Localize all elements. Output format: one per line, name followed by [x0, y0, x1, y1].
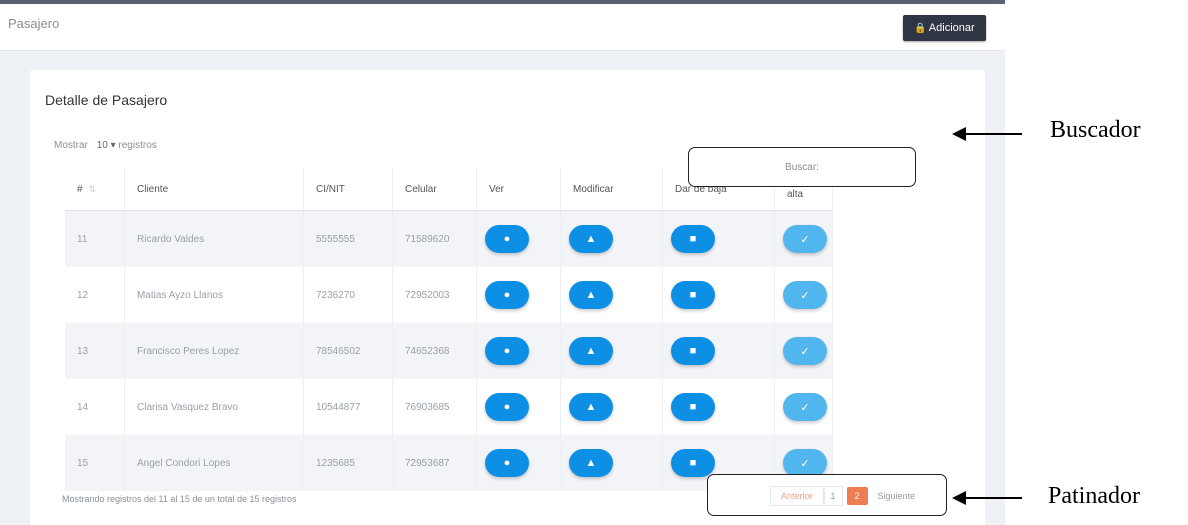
cell-celular: 72952003 — [392, 267, 477, 323]
activate-button[interactable]: ✓ — [783, 449, 827, 477]
activate-button[interactable]: ✓ — [783, 281, 827, 309]
show-suffix: registros — [118, 140, 157, 151]
eye-icon: ● — [503, 401, 511, 413]
trash-icon: ■ — [689, 233, 697, 245]
eye-icon: ● — [503, 457, 511, 469]
cell-celular: 71589620 — [392, 210, 477, 267]
cell-ci: 78546502 — [303, 323, 393, 379]
col-cliente[interactable]: Cliente — [124, 168, 304, 211]
table-row: 11 Ricardo Valdes 5555555 71589620 ● ▲ ■… — [65, 210, 833, 267]
table-info: Mostrando registros del 11 al 15 de un t… — [62, 494, 297, 504]
pagination: Anterior 1 2 Siguiente — [770, 485, 921, 507]
chevron-down-icon: ▾ — [110, 140, 116, 151]
passenger-table: # ⇅ Cliente CI/NIT Celular Ver Modificar … — [65, 168, 833, 491]
card-title: Detalle de Pasajero — [45, 92, 168, 108]
next-page-button[interactable]: Siguiente — [872, 487, 922, 505]
cell-id: 13 — [65, 323, 125, 379]
trash-icon: ■ — [689, 401, 697, 413]
check-icon: ✓ — [800, 457, 810, 470]
add-button[interactable]: 🔒 Adicionar — [903, 15, 986, 41]
cell-id: 15 — [65, 435, 125, 491]
col-ver[interactable]: Ver — [476, 168, 561, 211]
edit-button[interactable]: ▲ — [569, 337, 613, 365]
page-length-value: 10 — [96, 140, 108, 151]
cell-celular: 72953687 — [392, 435, 477, 491]
left-arrow-icon — [952, 491, 1022, 505]
pencil-icon: ▲ — [585, 401, 597, 413]
cell-id: 11 — [65, 210, 125, 267]
cell-cliente: Ricardo Valdes — [124, 210, 304, 267]
activate-button[interactable]: ✓ — [783, 225, 827, 253]
check-icon: ✓ — [800, 289, 810, 302]
search-annotation: Buscador — [1050, 117, 1141, 143]
deactivate-button[interactable]: ■ — [671, 393, 715, 421]
current-page[interactable]: 2 — [846, 487, 868, 505]
col-celular[interactable]: Celular — [392, 168, 477, 211]
pencil-icon: ▲ — [585, 233, 597, 245]
cell-id: 12 — [65, 267, 125, 323]
cell-celular: 76903685 — [392, 379, 477, 435]
cell-id: 14 — [65, 379, 125, 435]
check-icon: ✓ — [800, 401, 810, 414]
page-length-select[interactable]: 10 ▾ — [97, 140, 116, 151]
table-row: 14 Clarisa Vasquez Bravo 10544877 769036… — [65, 379, 833, 435]
view-button[interactable]: ● — [485, 393, 529, 421]
deactivate-button[interactable]: ■ — [671, 225, 715, 253]
page-1-button[interactable]: 1 — [823, 486, 843, 506]
view-button[interactable]: ● — [485, 225, 529, 253]
cell-celular: 74652368 — [392, 323, 477, 379]
show-label: Mostrar — [54, 140, 88, 151]
cell-ci: 7236270 — [303, 267, 393, 323]
eye-icon: ● — [503, 289, 511, 301]
pencil-icon: ▲ — [585, 289, 597, 301]
edit-button[interactable]: ▲ — [569, 449, 613, 477]
pager-annotation: Patinador — [1048, 483, 1140, 509]
app-screen: Pasajero 🔒 Adicionar Detalle de Pasajero… — [0, 0, 1005, 525]
check-icon: ✓ — [800, 233, 810, 246]
page-length-control: Mostrar 10 ▾ registros — [54, 140, 157, 151]
left-arrow-icon — [952, 127, 1022, 141]
view-button[interactable]: ● — [485, 449, 529, 477]
cell-ci: 5555555 — [303, 210, 393, 267]
cell-cliente: Clarisa Vasquez Bravo — [124, 379, 304, 435]
prev-page-button[interactable]: Anterior — [770, 486, 824, 506]
col-ci[interactable]: CI/NIT — [303, 168, 393, 211]
deactivate-button[interactable]: ■ — [671, 281, 715, 309]
pencil-icon: ▲ — [585, 457, 597, 469]
search-input[interactable]: Buscar: — [688, 147, 916, 187]
col-id[interactable]: # ⇅ — [65, 168, 125, 211]
activate-button[interactable]: ✓ — [783, 393, 827, 421]
pencil-icon: ▲ — [585, 345, 597, 357]
activate-button[interactable]: ✓ — [783, 337, 827, 365]
view-button[interactable]: ● — [485, 281, 529, 309]
cell-cliente: Angel Condori Lopes — [124, 435, 304, 491]
eye-icon: ● — [503, 345, 511, 357]
add-button-label: Adicionar — [928, 22, 975, 34]
trash-icon: ■ — [689, 457, 697, 469]
trash-icon: ■ — [689, 345, 697, 357]
cell-ci: 1235685 — [303, 435, 393, 491]
edit-button[interactable]: ▲ — [569, 281, 613, 309]
table-row: 12 Matias Ayzo Llanos 7236270 72952003 ●… — [65, 267, 833, 323]
trash-icon: ■ — [689, 289, 697, 301]
edit-button[interactable]: ▲ — [569, 393, 613, 421]
deactivate-button[interactable]: ■ — [671, 337, 715, 365]
sort-icon: ⇅ — [88, 183, 97, 194]
eye-icon: ● — [503, 233, 511, 245]
page-header: Pasajero 🔒 Adicionar — [0, 4, 1005, 51]
view-button[interactable]: ● — [485, 337, 529, 365]
deactivate-button[interactable]: ■ — [671, 449, 715, 477]
lock-icon: 🔒 — [914, 22, 927, 34]
check-icon: ✓ — [800, 345, 810, 358]
cell-cliente: Matias Ayzo Llanos — [124, 267, 304, 323]
cell-cliente: Francisco Peres Lopez — [124, 323, 304, 379]
table-row: 13 Francisco Peres Lopez 78546502 746523… — [65, 323, 833, 379]
edit-button[interactable]: ▲ — [569, 225, 613, 253]
search-label: Buscar: — [785, 161, 819, 173]
cell-ci: 10544877 — [303, 379, 393, 435]
page-title: Pasajero — [8, 16, 60, 31]
col-modificar[interactable]: Modificar — [560, 168, 663, 211]
